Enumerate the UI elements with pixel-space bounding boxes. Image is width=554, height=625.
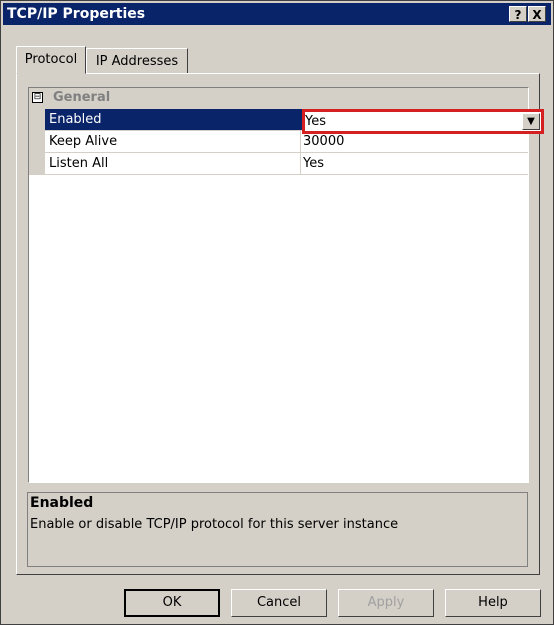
close-icon[interactable]: X (528, 6, 546, 22)
property-name: Keep Alive (49, 134, 118, 149)
ok-button[interactable]: OK (124, 589, 220, 617)
window-title: TCP/IP Properties (7, 6, 146, 22)
help-button[interactable]: Help (445, 589, 541, 617)
property-grid: ⊟ General Enabled Yes ▼ Keep Alive 30000… (28, 87, 544, 483)
property-name: Listen All (49, 156, 109, 171)
description-title: Enabled (30, 495, 94, 511)
property-value[interactable]: 30000 (303, 134, 344, 149)
description-text: Enable or disable TCP/IP protocol for th… (30, 517, 399, 532)
property-row-enabled[interactable]: Enabled Yes ▼ (45, 109, 544, 134)
property-row-listen-all[interactable]: Listen All Yes (45, 153, 528, 175)
collapse-icon[interactable]: ⊟ (32, 92, 43, 103)
property-row-keep-alive[interactable]: Keep Alive 30000 (45, 131, 528, 153)
cancel-button[interactable]: Cancel (231, 589, 327, 617)
title-bar[interactable]: TCP/IP Properties ? X (3, 3, 551, 25)
tcpip-properties-dialog: TCP/IP Properties ? X Protocol IP Addres… (0, 0, 554, 625)
column-divider (300, 153, 301, 174)
tab-ip-addresses[interactable]: IP Addresses (86, 48, 188, 74)
apply-button[interactable]: Apply (338, 589, 434, 617)
category-general[interactable]: ⊟ General (29, 88, 528, 109)
property-name: Enabled (49, 112, 102, 127)
tab-protocol[interactable]: Protocol (16, 46, 86, 74)
dropdown-arrow-icon[interactable]: ▼ (522, 113, 540, 130)
property-value: Yes (305, 114, 326, 129)
property-value[interactable]: Yes (303, 156, 324, 171)
column-divider (300, 131, 301, 152)
category-label: General (53, 90, 111, 105)
description-pane: Enabled Enable or disable TCP/IP protoco… (27, 492, 528, 567)
help-icon[interactable]: ? (509, 6, 527, 22)
